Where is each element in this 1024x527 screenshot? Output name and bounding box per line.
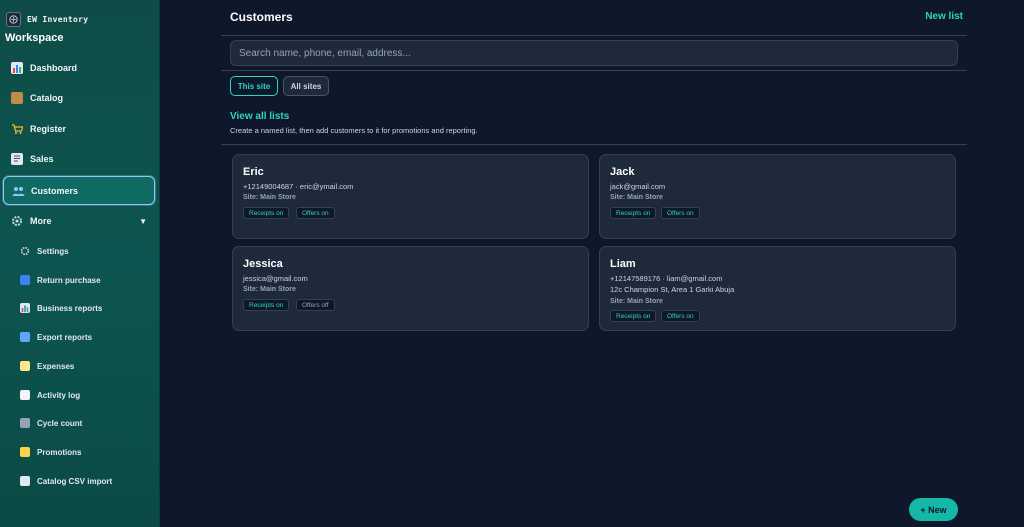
gear-icon — [20, 246, 30, 256]
sub-item-promotions[interactable]: Promotions — [14, 441, 154, 463]
sub-item-expenses[interactable]: Expenses — [14, 355, 154, 377]
customer-card-jessica[interactable]: Jessica jessica@gmail.com Site: Main Sto… — [232, 246, 589, 331]
export-icon — [20, 332, 30, 342]
sub-item-export-reports[interactable]: Export reports — [14, 326, 154, 348]
sub-label: Return purchase — [37, 275, 101, 285]
receipts-badge: Receipts on — [243, 207, 290, 219]
new-customer-button[interactable]: + New — [909, 498, 958, 521]
gear-icon — [11, 215, 23, 227]
tab-all-sites[interactable]: All sites — [283, 76, 329, 96]
sub-label: Settings — [37, 246, 69, 256]
sub-label: Catalog CSV import — [37, 476, 113, 486]
box-icon — [11, 92, 23, 104]
sub-item-catalog-csv-import[interactable]: Catalog CSV import — [14, 470, 154, 492]
nav-item-more[interactable]: More ▼ — [3, 207, 155, 235]
search-divider — [221, 70, 967, 71]
nav-item-dashboard[interactable]: Dashboard — [3, 54, 155, 82]
receipts-badge: Receipts on — [243, 299, 290, 311]
customer-name: Liam — [610, 258, 636, 270]
header-divider — [221, 35, 967, 36]
workspace-label: Workspace — [5, 32, 64, 44]
money-icon — [20, 361, 30, 371]
sub-item-activity-log[interactable]: Activity log — [14, 384, 154, 406]
nav-label: Register — [30, 124, 67, 134]
customer-address: 12c Champion St, Area 1 Garki Abuja — [610, 285, 735, 294]
view-all-lists-link[interactable]: View all lists — [230, 111, 289, 122]
sub-label: Export reports — [37, 332, 93, 342]
sub-label: Cycle count — [37, 418, 83, 428]
customer-card-liam[interactable]: Liam +12147589176 · liam@gmail.com 12c C… — [599, 246, 956, 331]
customer-card-jack[interactable]: Jack jack@gmail.com Site: Main Store Rec… — [599, 154, 956, 239]
customer-card-eric[interactable]: Eric +12149004687 · eric@ymail.com Site:… — [232, 154, 589, 239]
lists-divider — [221, 144, 967, 145]
new-list-link[interactable]: New list — [925, 11, 963, 22]
customer-site: Site: Main Store — [610, 298, 663, 305]
chevron-down-icon: ▼ — [139, 216, 147, 226]
lists-hint: Create a named list, then add customers … — [230, 126, 478, 135]
document-icon — [20, 476, 30, 486]
customer-contact: +12147589176 · liam@gmail.com — [610, 274, 723, 283]
page-title: Customers — [230, 10, 293, 24]
customer-site: Site: Main Store — [610, 194, 663, 201]
receipt-icon — [11, 153, 23, 165]
customer-contact: jessica@gmail.com — [243, 274, 308, 283]
customer-name: Jessica — [243, 258, 283, 270]
search-input[interactable] — [230, 40, 958, 66]
customer-contact: +12149004687 · eric@ymail.com — [243, 182, 354, 191]
tab-this-site[interactable]: This site — [230, 76, 278, 96]
sub-item-business-reports[interactable]: Business reports — [14, 297, 154, 319]
offers-badge: Offers off — [296, 299, 335, 311]
customer-name: Eric — [243, 166, 264, 178]
nav-label: More — [30, 216, 52, 226]
brand[interactable]: EW Inventory — [6, 12, 88, 27]
nav-item-sales[interactable]: Sales — [3, 145, 155, 173]
receipts-badge: Receipts on — [610, 207, 657, 219]
users-icon — [12, 185, 25, 197]
calculator-icon — [20, 418, 30, 428]
bar-chart-icon — [20, 303, 30, 313]
return-icon — [20, 275, 30, 285]
sub-label: Business reports — [37, 303, 103, 313]
sub-item-return-purchase[interactable]: Return purchase — [14, 269, 154, 291]
offers-badge: Offers on — [661, 310, 700, 322]
sub-label: Activity log — [37, 390, 81, 400]
nav-label: Catalog — [30, 93, 64, 103]
sub-label: Expenses — [37, 361, 75, 371]
customer-contact: jack@gmail.com — [610, 182, 666, 191]
sub-item-settings[interactable]: Settings — [14, 240, 154, 262]
cart-icon — [11, 123, 24, 135]
clipboard-icon — [20, 390, 30, 400]
ticket-icon — [20, 447, 30, 457]
nav-label: Dashboard — [30, 63, 78, 73]
brand-title: EW Inventory — [27, 15, 89, 24]
chart-icon — [11, 62, 23, 74]
nav-label: Sales — [30, 154, 54, 164]
customer-site: Site: Main Store — [243, 194, 296, 201]
receipts-badge: Receipts on — [610, 310, 657, 322]
sub-item-cycle-count[interactable]: Cycle count — [14, 412, 154, 434]
nav-item-customers[interactable]: Customers — [3, 176, 155, 205]
sub-label: Promotions — [37, 447, 82, 457]
brain-logo-icon — [6, 12, 21, 27]
sidebar: EW Inventory Workspace Dashboard Catalog… — [0, 0, 160, 527]
offers-badge: Offers on — [661, 207, 700, 219]
offers-badge: Offers on — [296, 207, 335, 219]
customer-name: Jack — [610, 166, 635, 178]
nav-label: Customers — [31, 185, 79, 196]
customer-site: Site: Main Store — [243, 286, 296, 293]
nav-item-register[interactable]: Register — [3, 115, 155, 143]
nav-item-catalog[interactable]: Catalog — [3, 84, 155, 112]
